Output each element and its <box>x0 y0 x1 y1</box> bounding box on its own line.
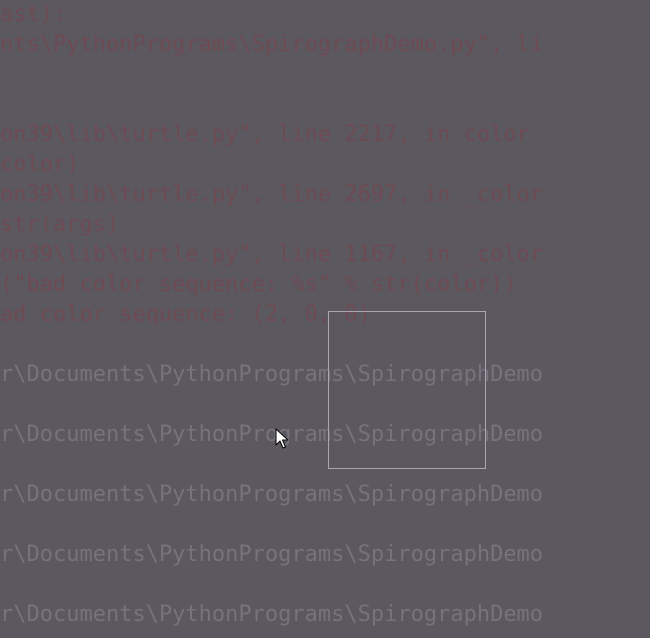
mouse-pointer-icon <box>275 428 289 449</box>
console-line: r\Documents\PythonPrograms\SpirographDem… <box>0 542 544 567</box>
console-line: r\Documents\PythonPrograms\SpirographDem… <box>0 602 544 627</box>
console-line: ("bad color sequence: %s" % str(color)) <box>0 272 517 297</box>
console-line: r\Documents\PythonPrograms\SpirographDem… <box>0 482 544 507</box>
console-output[interactable]: ast): nts\PythonPrograms\SpirographDemo.… <box>0 0 650 638</box>
console-line: on39\lib\turtle.py", line 1167, in _colo… <box>0 242 544 267</box>
console-line: r\Documents\PythonPrograms\SpirographDem… <box>0 422 544 447</box>
console-line: on39\lib\turtle.py", line 2697, in _colo… <box>0 182 544 207</box>
selection-rectangle[interactable] <box>328 311 486 469</box>
console-line: ast): <box>0 2 67 27</box>
console-line: nts\PythonPrograms\SpirographDemo.py", l… <box>0 32 544 57</box>
console-line: str(args) <box>0 212 120 237</box>
console-line: ad color sequence: (2, 0, 0) <box>0 302 371 327</box>
console-line: color) <box>0 152 80 177</box>
console-line: on39\lib\turtle.py", line 2217, in color <box>0 122 530 147</box>
console-line: r\Documents\PythonPrograms\SpirographDem… <box>0 362 544 387</box>
